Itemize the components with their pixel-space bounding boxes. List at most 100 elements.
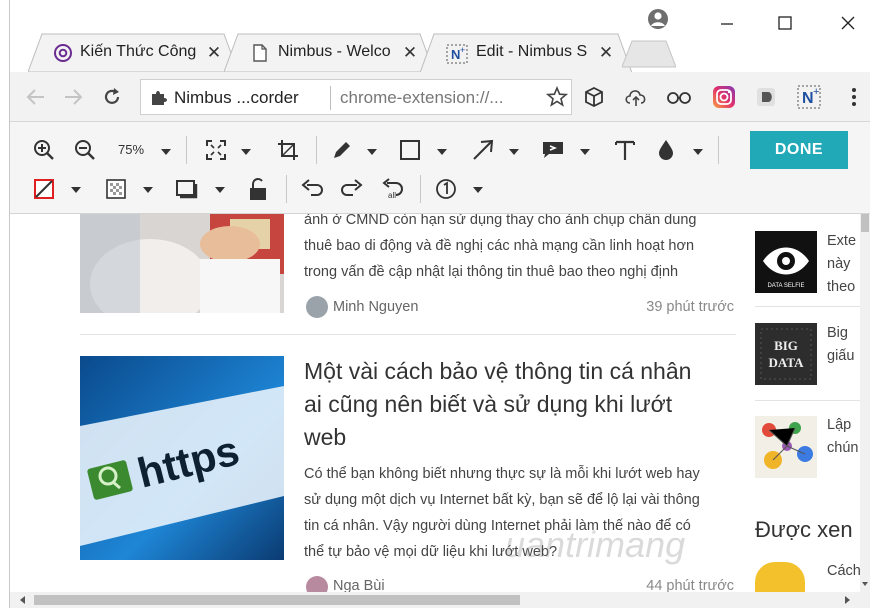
sidebar-line[interactable]: giấu — [827, 345, 854, 368]
number-badge-icon[interactable] — [434, 177, 458, 201]
number-badge-caret[interactable] — [473, 187, 483, 193]
shadow-caret[interactable] — [215, 187, 225, 193]
toolbar-separator — [286, 175, 287, 203]
new-tab-shape — [622, 40, 676, 68]
article-1-excerpt: ảnh ở CMND còn hạn sử dụng thay cho ảnh … — [304, 214, 754, 285]
new-tab-button[interactable] — [622, 33, 676, 73]
undo-all-icon[interactable]: all — [380, 177, 406, 201]
article-2-title[interactable]: Một vài cách bảo vệ thông tin cá nhân ai… — [304, 355, 744, 454]
fill-color-caret[interactable] — [143, 187, 153, 193]
rectangle-icon[interactable] — [398, 138, 422, 162]
article-2-title-line[interactable]: Một vài cách bảo vệ thông tin cá nhân — [304, 355, 744, 388]
zoom-level[interactable]: 75% — [118, 142, 144, 157]
article-2-author[interactable]: Nga Bùi — [333, 578, 385, 592]
article-1-image[interactable] — [80, 214, 284, 313]
browser-menu-icon[interactable] — [840, 83, 868, 111]
done-button[interactable]: DONE — [750, 131, 848, 169]
fit-screen-icon[interactable] — [204, 138, 228, 162]
stroke-color-icon[interactable] — [32, 177, 56, 201]
sidebar-item-1-text[interactable]: Exte này theo — [827, 230, 856, 299]
callout-icon[interactable] — [540, 138, 566, 162]
sidebar-line[interactable]: Exte — [827, 230, 856, 253]
zoom-dropdown-caret[interactable] — [161, 149, 171, 155]
nimbus-extension-icon[interactable]: N + — [796, 83, 824, 111]
site-label: Nimbus ...corder — [174, 88, 299, 107]
pen-dropdown-caret[interactable] — [367, 149, 377, 155]
sidebar-item-2-text[interactable]: Big giấu — [827, 322, 854, 368]
sidebar-thumb-2[interactable]: BIG DATA — [755, 323, 817, 385]
vertical-scroll-track — [861, 214, 869, 586]
stroke-color-caret[interactable] — [71, 187, 81, 193]
arrow-dropdown-caret[interactable] — [509, 149, 519, 155]
article-divider — [80, 334, 736, 335]
sidebar-line[interactable]: Big — [827, 322, 854, 345]
blur-drop-icon[interactable] — [654, 138, 678, 162]
undo-icon[interactable] — [300, 177, 324, 201]
sidebar-thumb-4[interactable] — [755, 562, 805, 592]
article-1-author[interactable]: Minh Nguyen — [333, 299, 418, 315]
sidebar-line[interactable]: này — [827, 253, 856, 276]
callout-dropdown-caret[interactable] — [580, 149, 590, 155]
article-2-title-line[interactable]: web — [304, 421, 744, 454]
sidebar-line[interactable]: Lập — [827, 414, 858, 437]
browser-window: Kiến Thức Công ✕ Nimbus - Welco ✕ N + Edi… — [0, 0, 870, 608]
toolbar-separator — [316, 136, 317, 164]
blur-dropdown-caret[interactable] — [693, 149, 703, 155]
cloud-upload-icon[interactable] — [622, 83, 650, 111]
nimbus-icon: N + — [446, 44, 468, 64]
glasses-icon[interactable] — [665, 83, 693, 111]
pen-icon[interactable] — [330, 138, 354, 162]
svg-text:N: N — [451, 47, 460, 62]
tab-close-icon[interactable]: ✕ — [206, 43, 222, 63]
sidebar-thumb-1[interactable]: DATA SELFIE — [755, 231, 817, 293]
shadow-icon[interactable] — [174, 177, 200, 201]
zoom-in-icon[interactable] — [32, 138, 56, 162]
crop-icon[interactable] — [276, 138, 300, 162]
maximize-icon[interactable] — [765, 8, 805, 38]
arrow-tool-icon[interactable] — [470, 138, 496, 162]
tab-kien-thuc[interactable]: Kiến Thức Công ✕ — [28, 33, 238, 73]
toolbar-separator — [718, 136, 719, 164]
browser-toolbar: Nimbus ...corder chrome-extension://... … — [10, 72, 870, 122]
text-tool-icon[interactable] — [613, 138, 637, 162]
sidebar-item-3-text[interactable]: Lập chún — [827, 414, 858, 460]
watermark-text: uantrimang — [505, 524, 686, 565]
sidebar-line[interactable]: theo — [827, 276, 856, 299]
article-1-line: thuê bao di động và đề nghị các nhà mạng… — [304, 238, 695, 254]
article-2-image[interactable]: https — [80, 356, 284, 560]
sidebar-section-heading: Được xen — [755, 517, 853, 542]
tab-close-icon[interactable]: ✕ — [598, 43, 614, 63]
profile-icon[interactable] — [638, 4, 678, 34]
tab-close-icon[interactable]: ✕ — [402, 43, 418, 63]
reload-icon[interactable] — [99, 84, 125, 110]
article-1-time: 39 phút trước — [646, 299, 734, 315]
cube-extension-icon[interactable] — [580, 83, 608, 111]
bookmark-star-icon[interactable] — [545, 85, 569, 113]
sidebar-thumb-3[interactable] — [755, 416, 817, 478]
fill-color-icon[interactable] — [104, 177, 128, 201]
redo-icon[interactable] — [340, 177, 364, 201]
lock-icon[interactable] — [246, 176, 270, 202]
sidebar-item-4-text[interactable]: Cách — [827, 560, 860, 583]
title-bar: Kiến Thức Công ✕ Nimbus - Welco ✕ N + Edi… — [10, 0, 870, 73]
address-bar[interactable]: Nimbus ...corder chrome-extension://... — [140, 79, 572, 115]
rectangle-dropdown-caret[interactable] — [437, 149, 447, 155]
minimize-icon[interactable] — [707, 8, 747, 38]
forward-arrow-icon[interactable] — [60, 84, 86, 110]
fit-dropdown-caret[interactable] — [241, 149, 251, 155]
close-icon[interactable] — [828, 8, 868, 38]
vertical-scrollbar[interactable] — [860, 214, 870, 592]
article-1-line: ảnh ở CMND còn hạn sử dụng thay cho ảnh … — [304, 214, 697, 228]
horizontal-scroll-track — [20, 595, 850, 605]
at-sign-icon — [54, 44, 72, 62]
zoom-out-icon[interactable] — [73, 138, 97, 162]
back-arrow-icon[interactable] — [23, 84, 49, 110]
horizontal-scrollbar[interactable] — [10, 592, 870, 608]
page-viewport: ảnh ở CMND còn hạn sử dụng thay cho ảnh … — [10, 214, 860, 592]
sidebar-line[interactable]: chún — [827, 437, 858, 460]
dark-reader-icon[interactable] — [752, 83, 780, 111]
tab-nimbus-welcome[interactable]: Nimbus - Welco ✕ — [224, 33, 434, 73]
article-2-title-line[interactable]: ai cũng nên biết và sử dụng khi lướt — [304, 388, 744, 421]
instagram-icon[interactable] — [710, 83, 738, 111]
tab-edit-nimbus[interactable]: N + Edit - Nimbus S ✕ — [420, 33, 632, 73]
